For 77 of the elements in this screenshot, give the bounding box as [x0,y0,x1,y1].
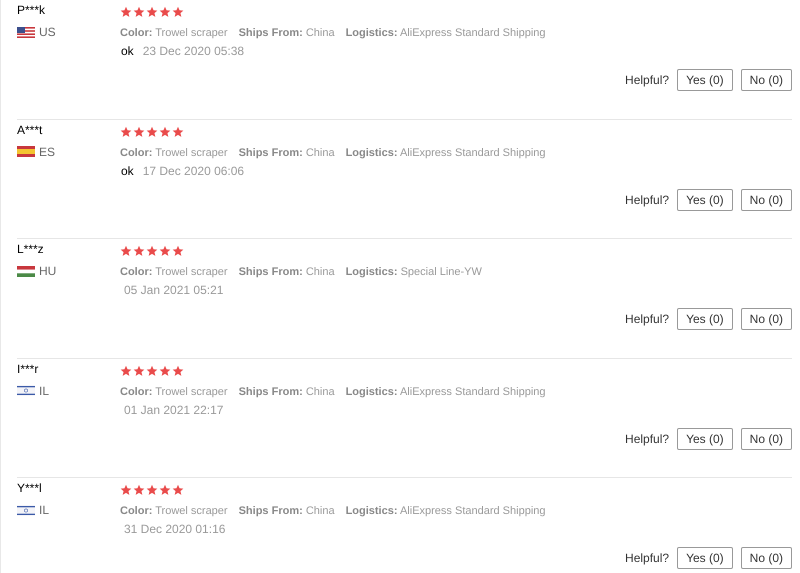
star-icon [146,364,158,376]
no-vote-button[interactable]: No (0) [740,308,792,330]
yes-vote-button[interactable]: Yes (0) [677,547,733,569]
flag-icon [17,146,35,157]
star-icon [146,484,158,496]
review-date: 31 Dec 2020 01:16 [123,522,226,536]
order-detail: Logistics: AliExpress Standard Shipping [346,386,546,398]
helpful-label: Helpful? [625,432,670,446]
yes-vote-button[interactable]: Yes (0) [677,69,733,91]
order-detail: Ships From: China [238,146,335,158]
country-code: HU [39,264,56,278]
review-date: 23 Dec 2020 05:38 [142,44,244,58]
order-detail: Color: Trowel scraper [120,266,228,278]
star-icon [133,364,145,376]
star-icon [120,6,132,18]
review-date: 01 Jan 2021 22:17 [123,402,224,416]
reviewer-name: I***r [17,362,38,376]
no-vote-button[interactable]: No (0) [740,547,792,569]
order-detail: Logistics: AliExpress Standard Shipping [346,27,546,39]
helpful-label: Helpful? [625,312,670,326]
order-detail: Ships From: China [238,27,335,39]
order-detail: Logistics: Special Line-YW [346,266,482,278]
star-icon [146,245,158,257]
star-icon [159,484,171,496]
order-detail: Color: Trowel scraper [120,27,228,39]
review-date: 17 Dec 2020 06:06 [142,164,244,178]
country-code: IL [39,384,50,398]
reviewer-name: A***t [17,122,42,136]
star-icon [172,364,184,376]
star-icon [146,6,158,18]
no-vote-button[interactable]: No (0) [740,188,792,210]
star-icon [120,126,132,138]
order-detail: Ships From: China [238,505,335,517]
flag-icon [17,266,35,276]
reviewer-name: Y***l [17,481,42,495]
star-icon [172,6,184,18]
star-icon [120,245,132,257]
flag-icon [17,504,35,516]
star-icon [172,245,184,257]
star-icon [159,126,171,138]
order-detail: Color: Trowel scraper [120,146,228,158]
no-vote-button[interactable]: No (0) [740,69,792,91]
reviewer-name: P***k [17,3,46,17]
order-detail: Logistics: AliExpress Standard Shipping [346,146,546,158]
star-icon [159,6,171,18]
order-detail: Color: Trowel scraper [120,505,228,517]
star-icon [172,126,184,138]
flag-icon [17,385,35,396]
star-icon [120,484,132,496]
flag-icon [17,26,35,38]
yes-vote-button[interactable]: Yes (0) [677,428,733,450]
country-code: US [39,25,56,39]
yes-vote-button[interactable]: Yes (0) [677,188,733,210]
star-icon [172,484,184,496]
order-detail: Ships From: China [238,386,335,398]
star-icon [159,364,171,376]
country-code: ES [39,144,56,158]
helpful-label: Helpful? [625,192,670,206]
star-icon [133,484,145,496]
country-code: IL [39,503,50,517]
star-icon [146,126,158,138]
star-icon [120,364,132,376]
review-date: 05 Jan 2021 05:21 [123,283,224,297]
review-text: ok [121,164,134,178]
order-detail: Logistics: AliExpress Standard Shipping [346,505,546,517]
yes-vote-button[interactable]: Yes (0) [677,308,733,330]
star-icon [159,245,171,257]
star-icon [133,245,145,257]
helpful-label: Helpful? [625,73,670,87]
order-detail: Ships From: China [238,266,335,278]
reviewer-name: L***z [17,242,44,256]
helpful-label: Helpful? [625,551,670,565]
order-detail: Color: Trowel scraper [120,386,228,398]
review-text: ok [121,44,134,58]
star-icon [133,126,145,138]
star-icon [133,6,145,18]
no-vote-button[interactable]: No (0) [740,428,792,450]
